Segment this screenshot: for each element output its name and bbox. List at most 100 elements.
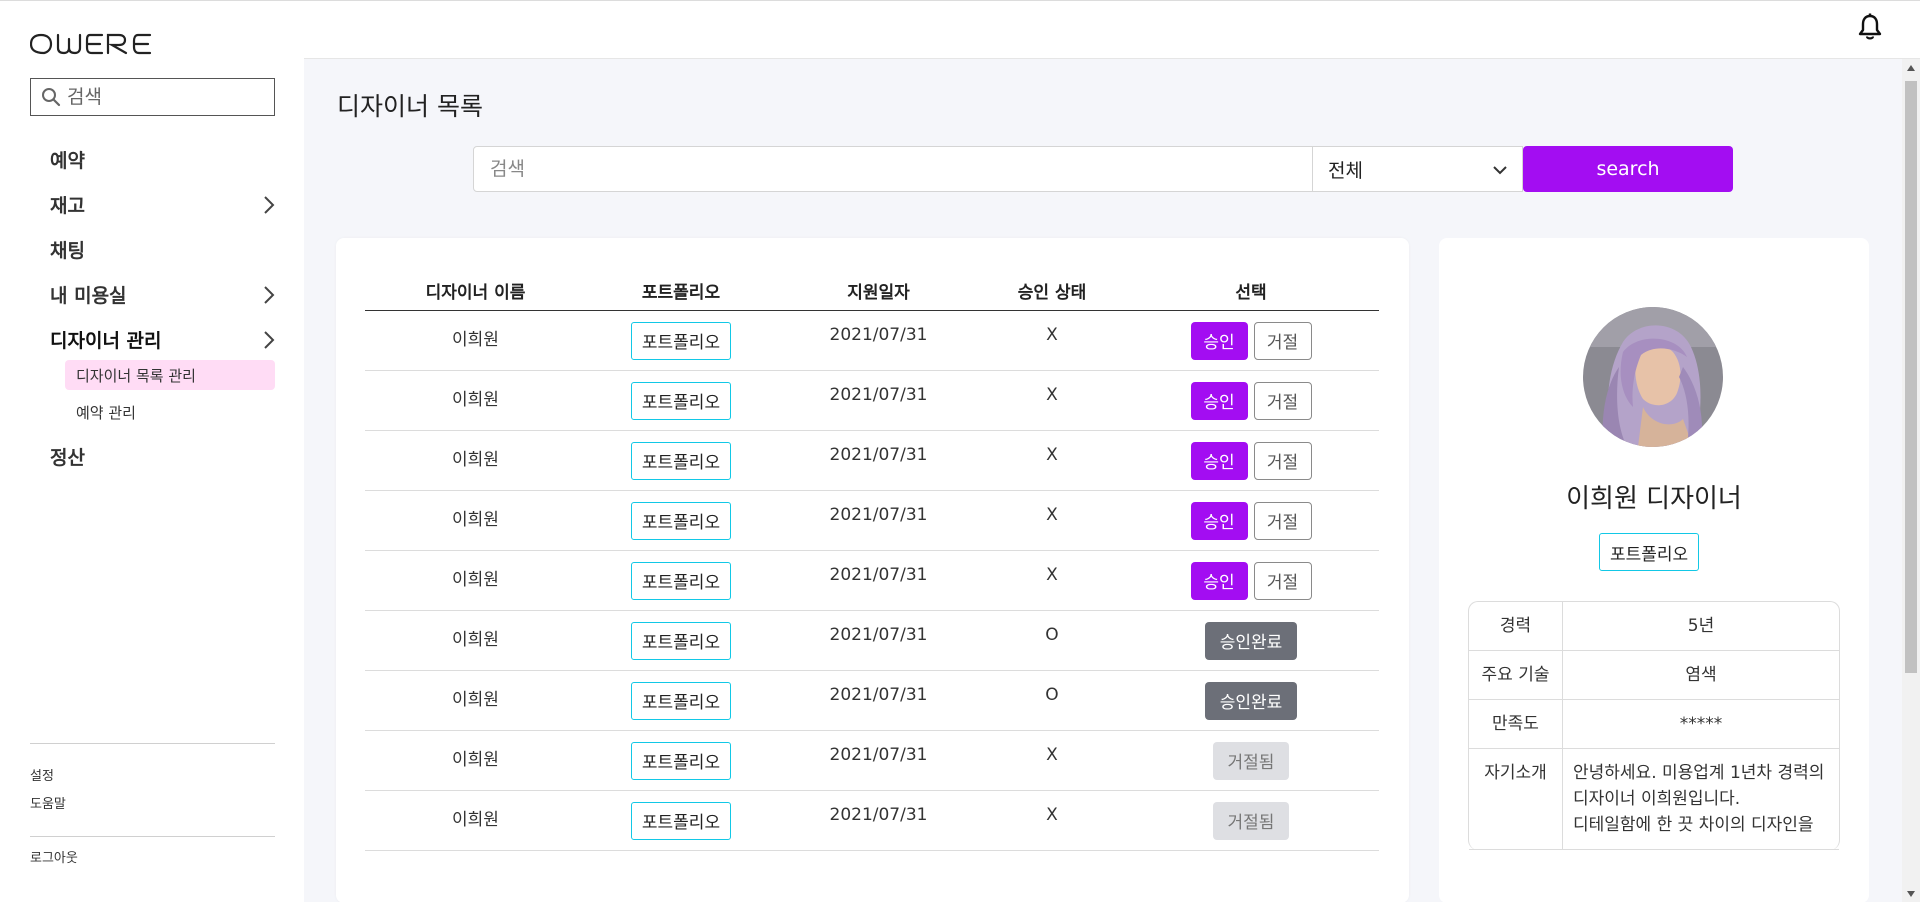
table-row[interactable]: 이희원 포트폴리오 2021/07/31 X 승인 거절 xyxy=(365,551,1379,611)
topbar xyxy=(304,1,1920,59)
portfolio-button[interactable]: 포트폴리오 xyxy=(630,621,732,660)
approve-button[interactable]: 승인 xyxy=(1190,321,1248,360)
reject-button[interactable]: 거절 xyxy=(1253,561,1312,600)
info-label: 자기소개 xyxy=(1469,749,1563,849)
logout-link[interactable]: 로그아웃 xyxy=(30,847,78,866)
approval-status-cell: O xyxy=(1045,625,1059,645)
chevron-right-icon xyxy=(263,195,275,215)
action-cell: 승인완료 xyxy=(1123,611,1379,670)
settings-link[interactable]: 설정 xyxy=(30,765,54,784)
approved-button[interactable]: 승인완료 xyxy=(1205,681,1297,720)
table-row[interactable]: 이희원 포트폴리오 2021/07/31 O 승인완료 xyxy=(365,671,1379,731)
approve-button[interactable]: 승인 xyxy=(1190,381,1248,420)
sidebar-item-label: 내 미용실 xyxy=(50,285,127,307)
approval-status-cell: X xyxy=(1046,445,1058,465)
detail-portfolio-button[interactable]: 포트폴리오 xyxy=(1599,533,1700,571)
reject-button[interactable]: 거절 xyxy=(1253,441,1312,480)
sidebar-subitem-reservation-management[interactable]: 예약 관리 xyxy=(65,397,275,427)
info-label: 만족도 xyxy=(1469,700,1563,748)
approval-status-cell: X xyxy=(1046,745,1058,765)
action-cell: 거절됨 xyxy=(1123,731,1379,790)
reject-button[interactable]: 거절 xyxy=(1253,381,1312,420)
reject-button[interactable]: 거절 xyxy=(1253,501,1312,540)
sidebar-search-input[interactable] xyxy=(67,86,257,108)
portfolio-cell: 포트폴리오 xyxy=(586,551,776,610)
reject-button[interactable]: 거절 xyxy=(1253,321,1312,360)
sidebar-item-settlement[interactable]: 정산 xyxy=(50,434,275,479)
sidebar-item-my-salon[interactable]: 내 미용실 xyxy=(50,272,275,317)
sidebar-item-inventory[interactable]: 재고 xyxy=(50,182,275,227)
portfolio-button[interactable]: 포트폴리오 xyxy=(630,321,732,360)
table-row[interactable]: 이희원 포트폴리오 2021/07/31 X 승인 거절 xyxy=(365,491,1379,551)
portfolio-cell: 포트폴리오 xyxy=(586,791,776,850)
chevron-right-icon xyxy=(263,330,275,350)
portfolio-cell: 포트폴리오 xyxy=(586,611,776,670)
designer-search-bar: 전체 search xyxy=(473,146,1733,192)
scrollbar[interactable] xyxy=(1902,59,1920,902)
sidebar-item-reservation[interactable]: 예약 xyxy=(50,137,275,182)
approve-button[interactable]: 승인 xyxy=(1190,561,1248,600)
page-title: 디자이너 목록 xyxy=(337,92,483,121)
approval-status-cell: X xyxy=(1046,805,1058,825)
rejected-button: 거절됨 xyxy=(1213,801,1289,840)
sidebar-subitem-label: 디자이너 목록 관리 xyxy=(76,366,196,385)
approved-button[interactable]: 승인완료 xyxy=(1205,621,1297,660)
apply-date-cell: 2021/07/31 xyxy=(829,805,928,825)
portfolio-cell: 포트폴리오 xyxy=(586,731,776,790)
approve-button[interactable]: 승인 xyxy=(1190,441,1248,480)
portfolio-button[interactable]: 포트폴리오 xyxy=(630,381,732,420)
sidebar-item-label: 채팅 xyxy=(50,240,85,262)
approval-status-cell: X xyxy=(1046,385,1058,405)
table-row[interactable]: 이희원 포트폴리오 2021/07/31 X 거절됨 xyxy=(365,791,1379,851)
designer-name-cell: 이희원 xyxy=(452,810,499,830)
designer-name-cell: 이희원 xyxy=(452,390,499,410)
table-row[interactable]: 이희원 포트폴리오 2021/07/31 X 거절됨 xyxy=(365,731,1379,791)
logo[interactable] xyxy=(30,33,155,55)
sidebar-search[interactable] xyxy=(30,78,275,116)
approve-button[interactable]: 승인 xyxy=(1190,501,1248,540)
action-cell: 승인 거절 xyxy=(1123,311,1379,370)
apply-date-cell: 2021/07/31 xyxy=(829,325,928,345)
sidebar: 예약 재고 채팅 내 미용실 디자이너 관리 디자이너 목록 관리 예약 관리 … xyxy=(0,1,304,902)
portfolio-button[interactable]: 포트폴리오 xyxy=(630,801,732,840)
help-link[interactable]: 도움말 xyxy=(30,793,66,812)
designer-info-table: 경력 5년 주요 기술 염색 만족도 ***** 자기소개 안녕하세요. 미용업… xyxy=(1468,601,1840,850)
sidebar-subitem-label: 예약 관리 xyxy=(76,403,136,422)
sidebar-item-designer-management[interactable]: 디자이너 관리 xyxy=(50,317,275,362)
sidebar-item-chat[interactable]: 채팅 xyxy=(50,227,275,272)
portfolio-button[interactable]: 포트폴리오 xyxy=(630,441,732,480)
sidebar-subitem-designer-list[interactable]: 디자이너 목록 관리 xyxy=(65,360,275,390)
search-input[interactable] xyxy=(473,146,1313,192)
scroll-up-arrow-icon[interactable] xyxy=(1907,65,1915,71)
designer-table-card: 디자이너 이름 포트폴리오 지원일자 승인 상태 선택 이희원 포트폴리오 2021… xyxy=(336,238,1409,902)
filter-select[interactable]: 전체 xyxy=(1313,146,1523,192)
portfolio-button[interactable]: 포트폴리오 xyxy=(630,561,732,600)
portfolio-button[interactable]: 포트폴리오 xyxy=(630,501,732,540)
scrollbar-thumb[interactable] xyxy=(1905,81,1917,673)
designer-name-cell: 이희원 xyxy=(452,330,499,350)
action-cell: 승인완료 xyxy=(1123,671,1379,730)
info-value: 안녕하세요. 미용업계 1년차 경력의 디자이너 이희원입니다. 디테일함에 한… xyxy=(1573,763,1825,835)
portfolio-cell: 포트폴리오 xyxy=(586,491,776,550)
column-header-status: 승인 상태 xyxy=(1017,283,1087,303)
apply-date-cell: 2021/07/31 xyxy=(829,685,928,705)
search-button[interactable]: search xyxy=(1523,146,1733,192)
sidebar-item-label: 정산 xyxy=(50,447,85,469)
info-row-introduction: 자기소개 안녕하세요. 미용업계 1년차 경력의 디자이너 이희원입니다. 디테… xyxy=(1469,749,1839,850)
portfolio-button[interactable]: 포트폴리오 xyxy=(630,681,732,720)
portfolio-button[interactable]: 포트폴리오 xyxy=(630,741,732,780)
designer-name: 이희원 디자이너 xyxy=(1566,484,1742,514)
apply-date-cell: 2021/07/31 xyxy=(829,625,928,645)
table-row[interactable]: 이희원 포트폴리오 2021/07/31 X 승인 거절 xyxy=(365,311,1379,371)
bell-icon[interactable] xyxy=(1858,13,1882,45)
info-row-career: 경력 5년 xyxy=(1469,602,1839,651)
designer-name-cell: 이희원 xyxy=(452,750,499,770)
table-row[interactable]: 이희원 포트폴리오 2021/07/31 X 승인 거절 xyxy=(365,431,1379,491)
table-row[interactable]: 이희원 포트폴리오 2021/07/31 O 승인완료 xyxy=(365,611,1379,671)
designer-detail-card: 이희원 디자이너 포트폴리오 경력 5년 주요 기술 염색 만족도 ***** … xyxy=(1439,238,1869,902)
scroll-down-arrow-icon[interactable] xyxy=(1907,891,1915,897)
approval-status-cell: X xyxy=(1046,505,1058,525)
info-value: 염색 xyxy=(1685,665,1717,685)
table-row[interactable]: 이희원 포트폴리오 2021/07/31 X 승인 거절 xyxy=(365,371,1379,431)
search-icon xyxy=(41,87,61,107)
